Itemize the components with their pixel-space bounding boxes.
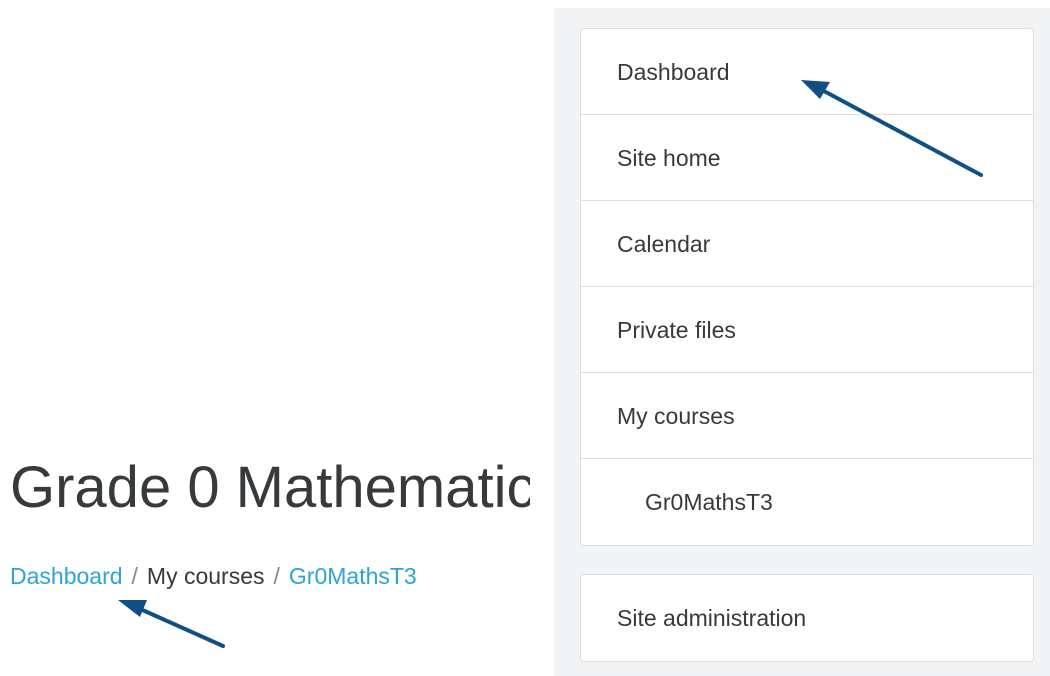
nav-item-calendar[interactable]: Calendar	[581, 201, 1033, 287]
nav-item-course[interactable]: Gr0MathsT3	[581, 459, 1033, 545]
nav-drawer-admin-block: Site administration	[580, 574, 1034, 662]
breadcrumb-course[interactable]: Gr0MathsT3	[289, 563, 417, 589]
breadcrumb-separator: /	[131, 563, 138, 589]
page-title: Grade 0 Mathematics	[10, 455, 530, 520]
nav-item-dashboard[interactable]: Dashboard	[581, 29, 1033, 115]
breadcrumb-my-courses: My courses	[146, 563, 265, 589]
nav-item-site-home[interactable]: Site home	[581, 115, 1033, 201]
arrow-icon	[118, 600, 225, 648]
nav-drawer-main-block: Dashboard Site home Calendar Private fil…	[580, 28, 1034, 546]
nav-item-site-administration[interactable]: Site administration	[581, 575, 1033, 661]
nav-item-private-files[interactable]: Private files	[581, 287, 1033, 373]
breadcrumb: Dashboard / My courses / Gr0MathsT3	[10, 563, 417, 590]
nav-drawer: Dashboard Site home Calendar Private fil…	[554, 8, 1050, 676]
nav-item-my-courses[interactable]: My courses	[581, 373, 1033, 459]
breadcrumb-separator: /	[273, 563, 280, 589]
breadcrumb-dashboard[interactable]: Dashboard	[10, 563, 123, 589]
